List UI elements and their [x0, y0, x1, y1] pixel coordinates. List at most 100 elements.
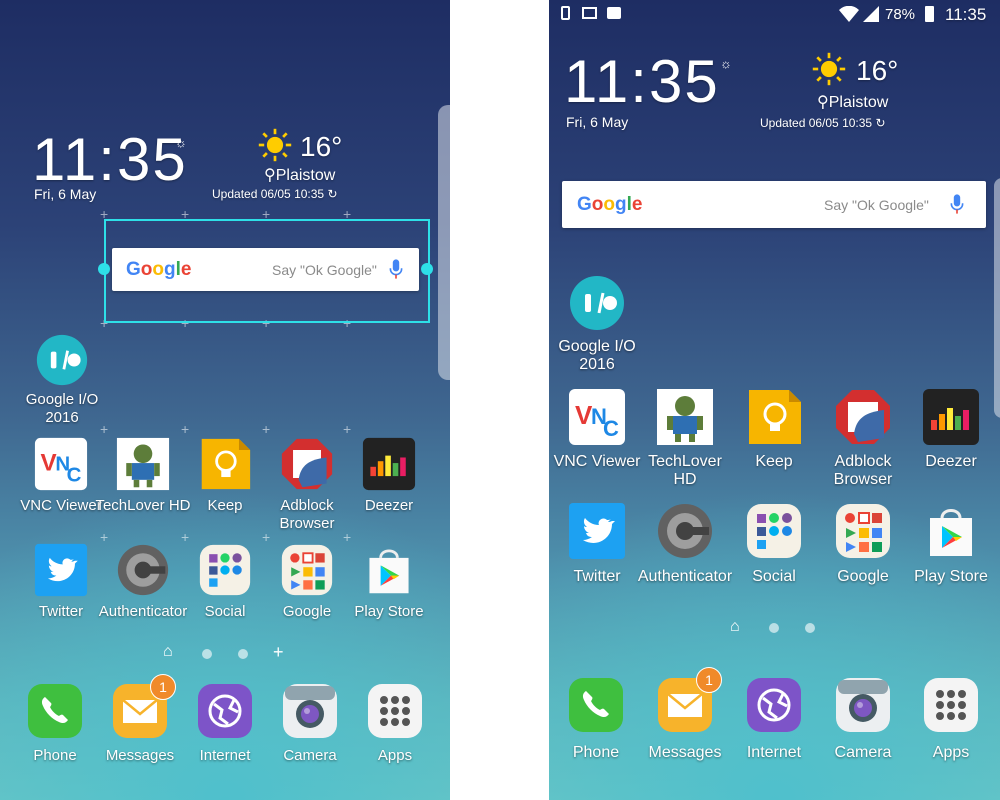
weather-updated: Updated 06/05 10:35 ↻ — [212, 187, 338, 201]
refresh-icon[interactable]: ↻ — [327, 187, 337, 201]
app-label: Keep — [755, 453, 793, 470]
google-folder-icon[interactable] — [280, 543, 334, 597]
dock-label: Apps — [377, 747, 413, 764]
notification-badge: 1 — [150, 674, 176, 700]
weather-location[interactable]: ⚲Plaistow — [817, 92, 888, 112]
social-folder-icon[interactable] — [745, 502, 803, 560]
location-pin-icon: ⚲ — [264, 167, 276, 184]
internet-icon[interactable] — [196, 682, 254, 740]
play-store-icon[interactable] — [362, 543, 416, 597]
vnc-viewer-icon[interactable] — [34, 437, 88, 491]
google-search-bar[interactable]: Google Say "Ok Google" — [562, 181, 986, 228]
add-page-icon[interactable]: + — [273, 643, 284, 661]
authenticator-icon[interactable] — [116, 543, 170, 597]
google-io-icon[interactable] — [35, 333, 89, 387]
app-label: Play Store — [354, 603, 424, 620]
wifi-icon — [839, 6, 859, 22]
dock-label: Phone — [572, 744, 620, 761]
deezer-icon[interactable] — [362, 437, 416, 491]
app-label: Adblock Browser — [833, 453, 893, 488]
google-io-label: Google I/O 2016 — [558, 338, 636, 373]
dock-label: Internet — [199, 747, 251, 764]
page-dot[interactable] — [202, 649, 212, 659]
home-page-icon[interactable]: ⌂ — [163, 643, 173, 661]
app-label: VNC Viewer — [553, 453, 641, 470]
page-dot[interactable] — [805, 623, 815, 633]
location-pin-icon: ⚲ — [817, 94, 829, 111]
location-label: Plaistow — [828, 94, 889, 111]
page-dot[interactable] — [769, 623, 779, 633]
clock-time: 11:35 — [32, 126, 188, 193]
app-label: Authenticator — [637, 568, 733, 585]
dock-label: Camera — [834, 744, 892, 761]
battery-icon — [925, 6, 934, 22]
battery-percent: 78% — [885, 6, 916, 23]
signal-icon — [863, 6, 879, 22]
deezer-icon[interactable] — [922, 388, 980, 446]
status-time: 11:35 — [945, 5, 987, 24]
apps-icon[interactable] — [366, 682, 424, 740]
keep-icon[interactable] — [198, 437, 252, 491]
mic-icon[interactable] — [388, 258, 404, 280]
techlover-icon[interactable] — [116, 437, 170, 491]
weather-temp: 16° — [300, 131, 343, 162]
twitter-icon[interactable] — [34, 543, 88, 597]
camera-icon[interactable] — [834, 676, 892, 734]
home-screen-edit-mode: 11:35 ☼ Fri, 6 May 16° ⚲Plaistow Updated… — [0, 0, 450, 800]
resize-handle-right[interactable] — [421, 263, 433, 275]
sunny-icon — [257, 127, 293, 163]
notification-badge: 1 — [696, 667, 722, 693]
dock-label: Phone — [33, 747, 77, 764]
weather-temp: 16° — [856, 55, 899, 86]
gallery-icon — [582, 7, 597, 19]
dock-label: Messages — [105, 747, 175, 764]
twitter-icon[interactable] — [568, 502, 626, 560]
google-folder-icon[interactable] — [834, 502, 892, 560]
search-hint: Say "Ok Google" — [824, 197, 929, 213]
internet-icon[interactable] — [745, 676, 803, 734]
edge-panel-handle[interactable] — [438, 105, 450, 380]
sim-icon — [561, 6, 570, 20]
play-store-icon[interactable] — [922, 502, 980, 560]
adblock-icon[interactable] — [280, 437, 334, 491]
app-label: Deezer — [925, 453, 977, 470]
resize-handle-left[interactable] — [98, 263, 110, 275]
weather-location[interactable]: ⚲Plaistow — [264, 165, 335, 185]
authenticator-icon[interactable] — [656, 502, 714, 560]
refresh-icon[interactable]: ↻ — [875, 116, 885, 130]
search-hint: Say "Ok Google" — [272, 262, 377, 278]
apps-icon[interactable] — [922, 676, 980, 734]
camera-icon[interactable] — [281, 682, 339, 740]
clock-time: 11:35 — [564, 48, 720, 115]
edge-panel-handle[interactable] — [994, 178, 1000, 418]
app-label: Deezer — [364, 497, 414, 514]
grid-marker: + — [181, 529, 190, 545]
techlover-icon[interactable] — [656, 388, 714, 446]
home-screen: 78% 11:35 11:35 ☼ Fri, 6 May 16° ⚲Plaist… — [549, 0, 1000, 800]
grid-marker: + — [343, 421, 352, 437]
page-dot[interactable] — [238, 649, 248, 659]
phone-icon[interactable] — [26, 682, 84, 740]
mic-icon[interactable] — [949, 193, 965, 215]
app-label: Google — [837, 568, 889, 585]
social-folder-icon[interactable] — [198, 543, 252, 597]
app-label: Twitter — [573, 568, 621, 585]
google-logo: Google — [126, 259, 192, 280]
dock-label: Messages — [648, 744, 722, 761]
clock-date: Fri, 6 May — [566, 114, 629, 130]
app-label: Social — [752, 568, 796, 585]
updated-label: Updated 06/05 10:35 — [212, 187, 325, 201]
vnc-viewer-icon[interactable] — [568, 388, 626, 446]
phone-icon[interactable] — [567, 676, 625, 734]
keep-icon[interactable] — [745, 388, 803, 446]
adblock-icon[interactable] — [834, 388, 892, 446]
google-search-bar[interactable]: Google Say "Ok Google" — [112, 248, 419, 291]
grid-marker: + — [262, 421, 271, 437]
sunny-icon — [811, 51, 847, 87]
google-io-icon[interactable] — [568, 274, 626, 332]
home-page-icon[interactable]: ⌂ — [730, 618, 740, 636]
dock-label: Camera — [283, 747, 337, 764]
google-logo: Google — [577, 194, 643, 215]
dock-label: Internet — [746, 744, 802, 761]
google-io-label: Google I/O 2016 — [25, 391, 99, 426]
